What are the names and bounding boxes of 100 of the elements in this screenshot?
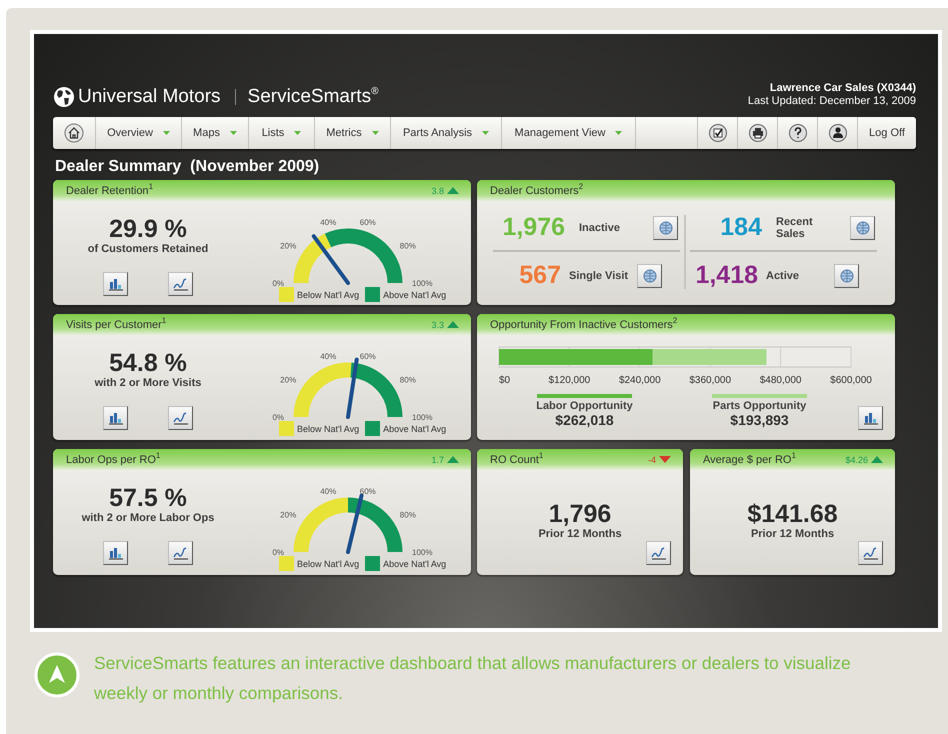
- bar-chart-icon: [108, 546, 124, 560]
- tick-label: 0%: [272, 279, 284, 288]
- line-chart-button[interactable]: [646, 541, 671, 565]
- globe-button[interactable]: [653, 216, 678, 240]
- printer-icon[interactable]: [748, 123, 768, 143]
- tick-label: $240,000: [618, 375, 661, 386]
- tick-label: 100%: [412, 279, 432, 288]
- tick-label: 100%: [412, 548, 432, 557]
- panel-title: Dealer Customers$^{2}$: [490, 184, 584, 196]
- globe-logo-icon: [53, 86, 75, 108]
- tick-label: 80%: [400, 510, 416, 520]
- tick-label: 60%: [360, 487, 376, 496]
- change-value: $4.26: [845, 454, 868, 464]
- line-chart-button[interactable]: [168, 272, 193, 296]
- legend-label: Below Nat'l Avg: [297, 424, 360, 434]
- page-title: Dealer Summary (November 2009): [55, 158, 320, 176]
- metric-caption: Prior 12 Months: [538, 528, 622, 540]
- change-value: 3.3: [431, 320, 444, 330]
- nav-menu[interactable]: Management View: [502, 117, 636, 149]
- globe-button[interactable]: [637, 264, 662, 288]
- line-chart-button[interactable]: [858, 541, 883, 565]
- tick-label: 40%: [320, 218, 336, 228]
- panel-title: Average $ per RO$^{1}$: [703, 454, 796, 466]
- globe-icon: [854, 220, 870, 234]
- gauge-needle: [346, 358, 359, 419]
- line-chart-icon: [172, 277, 188, 291]
- legend-label: Above Nat'l Avg: [383, 424, 446, 434]
- legend-label: Below Nat'l Avg: [297, 290, 360, 300]
- tick-label: 0%: [272, 413, 284, 422]
- product-name: ServiceSmarts$^{®}$: [248, 86, 378, 108]
- tick-label: 20%: [280, 241, 296, 250]
- tick-label: $600,000: [830, 375, 872, 386]
- log-off-link[interactable]: Log Off: [858, 117, 916, 149]
- metric-caption: of Customers Retained: [88, 243, 208, 255]
- tick-label: 40%: [320, 352, 336, 362]
- tick-label: $0: [499, 375, 510, 386]
- customer-count: 567: [518, 261, 561, 290]
- panel-title: Opportunity From Inactive Customers$^{2}$: [490, 318, 678, 330]
- nav-menu[interactable]: Maps: [182, 117, 249, 149]
- bar-chart-button[interactable]: [858, 406, 883, 430]
- line-chart-icon: [650, 546, 666, 560]
- user-icon[interactable]: [828, 123, 848, 143]
- panel-title: RO Count$^{1}$: [490, 454, 544, 466]
- bar-chart-icon: [108, 411, 124, 425]
- globe-button[interactable]: [850, 216, 875, 240]
- arrow-badge-icon: [34, 652, 80, 698]
- company-name: Universal Motors: [78, 86, 221, 108]
- legend-label: Below Nat'l Avg: [297, 558, 360, 568]
- legend-label: Labor Opportunity: [536, 400, 633, 412]
- customer-count: 1,976: [501, 213, 565, 242]
- last-updated: Last Updated: December 13, 2009: [748, 95, 916, 107]
- metric-caption: with 2 or More Labor Ops: [82, 512, 214, 524]
- nav-menu[interactable]: Parts Analysis: [391, 117, 502, 149]
- globe-icon: [642, 268, 658, 282]
- opportunity-amount: $262,018: [555, 412, 614, 428]
- nav-menu[interactable]: Lists: [249, 117, 315, 149]
- customer-label: Active: [766, 270, 800, 282]
- tick-label: 60%: [360, 218, 376, 228]
- globe-button[interactable]: [834, 264, 859, 288]
- metric-value: $141.68: [747, 500, 838, 528]
- globe-icon: [838, 268, 854, 282]
- tick-label: 80%: [400, 241, 416, 250]
- metric-value: 1,796: [548, 500, 612, 528]
- line-chart-button[interactable]: [168, 541, 193, 565]
- panel-title: Dealer Retention$^{1}$: [66, 184, 154, 196]
- line-chart-icon: [172, 411, 188, 425]
- bar-chart-button[interactable]: [103, 272, 128, 296]
- tick-label: 60%: [360, 352, 376, 362]
- change-value: 1.7: [431, 454, 444, 464]
- change-value: 3.8: [431, 186, 444, 196]
- tick-label: 80%: [400, 375, 416, 384]
- nav-menu[interactable]: Metrics: [315, 117, 391, 149]
- line-chart-icon: [862, 546, 878, 560]
- line-chart-button[interactable]: [168, 406, 193, 430]
- help-icon[interactable]: [788, 123, 808, 143]
- tick-label: 0%: [272, 548, 284, 557]
- nav-menu[interactable]: Overview: [96, 117, 182, 149]
- bar-chart-button[interactable]: [103, 541, 128, 565]
- panel-title: Labor Ops per RO$^{1}$: [66, 454, 160, 466]
- bar-chart-button[interactable]: [103, 406, 128, 430]
- tick-label: 40%: [320, 487, 336, 496]
- dealer-name: Lawrence Car Sales (X0344): [768, 82, 916, 95]
- gauge-needle: [346, 494, 364, 554]
- bar-chart-icon: [862, 411, 878, 425]
- metric-caption: with 2 or More Visits: [94, 377, 202, 389]
- metric-value: 29.9 %: [109, 215, 187, 243]
- customer-label: Recent Sales: [776, 216, 814, 240]
- panel-title: Visits per Customer$^{1}$: [66, 318, 166, 330]
- metric-value: 57.5 %: [109, 484, 187, 512]
- check-icon[interactable]: [708, 123, 728, 143]
- customer-label: Single Visit: [569, 270, 629, 282]
- figure-caption: ServiceSmarts features an interactive dashboard that allows manufacturers or dealers to visualize weekly or monthly comparisons.: [94, 652, 852, 705]
- tick-label: 20%: [280, 510, 296, 520]
- metric-caption: Prior 12 Months: [750, 528, 834, 540]
- tick-label: $360,000: [689, 375, 732, 386]
- home-icon[interactable]: [64, 123, 84, 143]
- tick-label: $480,000: [760, 375, 802, 386]
- tick-label: 20%: [280, 375, 296, 384]
- legend-label: Parts Opportunity: [712, 400, 806, 412]
- customer-label: Inactive: [579, 222, 621, 234]
